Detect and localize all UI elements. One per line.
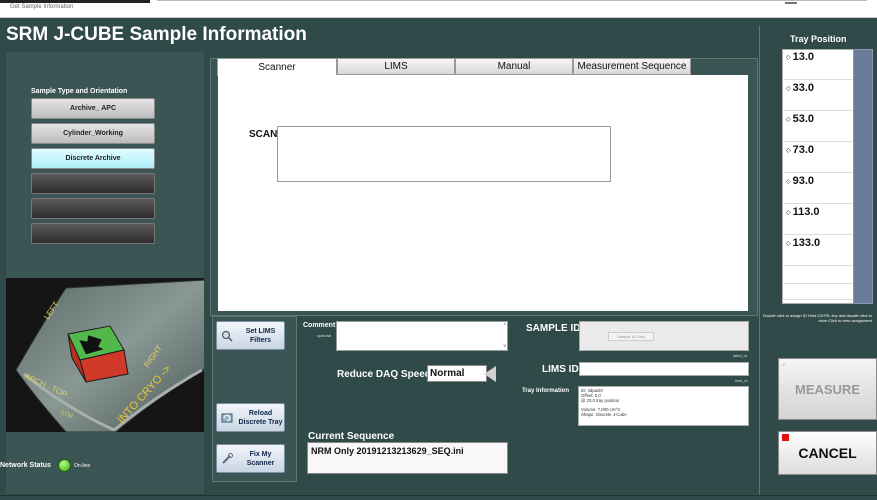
comment-optional-hint: optional: [317, 333, 332, 338]
cancel-button[interactable]: CANCEL: [778, 431, 877, 475]
daq-speed-arrow-icon[interactable]: [484, 366, 496, 382]
magnifier-icon: [221, 330, 233, 342]
comment-label: Comment: [303, 322, 336, 329]
tray-position-item[interactable]: ◇ 13.0: [782, 49, 854, 80]
tray-info-line: Shape: Discrete J-Cube: [581, 411, 627, 417]
lims-id-label: LIMS ID: [542, 364, 579, 375]
window-bottom-edge: [0, 495, 877, 496]
sample-type-button-cylinder-working[interactable]: Cylinder_Working: [31, 123, 155, 144]
daq-speed-select[interactable]: Normal: [427, 365, 487, 382]
sample-type-button-empty-2[interactable]: [31, 198, 155, 219]
reduce-daq-speed-label: Reduce DAQ Speed: [337, 369, 431, 380]
diamond-icon: ◇: [786, 178, 791, 185]
sample-type-button-empty-3[interactable]: [31, 223, 155, 244]
network-status-state: On-line: [74, 463, 91, 469]
diamond-icon: ◇: [786, 85, 791, 92]
scroll-down-icon[interactable]: v: [504, 343, 507, 349]
set-lims-filters-button[interactable]: Set LIMS Filters: [216, 321, 285, 350]
tray-position-item[interactable]: ◇ 33.0: [782, 80, 854, 111]
minimize-icon[interactable]: [785, 2, 797, 4]
scanner-tab-content: [218, 75, 748, 311]
network-status-label: Network Status: [0, 462, 51, 469]
tray-position-item[interactable]: ◇ 93.0: [782, 173, 854, 204]
tab-lims[interactable]: LIMS: [337, 58, 455, 75]
tray-information-box: ID: tidpanl0 Offset: 0.0 @ 33.0 tray pos…: [578, 386, 749, 426]
measure-button[interactable]: MEASURE: [778, 358, 877, 420]
tray-position-item[interactable]: ◇ 73.0: [782, 142, 854, 173]
scroll-up-icon[interactable]: ^: [504, 323, 506, 329]
titlebar-edge-right: [157, 0, 867, 1]
set-lims-filters-label: Set LIMS Filters: [245, 327, 276, 344]
sample-type-label: Sample Type and Orientation: [31, 88, 128, 95]
diamond-icon: ◇: [786, 209, 791, 216]
sample-type-button-empty-1[interactable]: [31, 173, 155, 194]
diamond-icon: ◇: [786, 54, 791, 61]
tray-position-scrollbar[interactable]: [853, 49, 873, 304]
cube-orientation-graphic: LEFT ARCH - TOP RIGHT INTO CRYO -> STM: [15, 279, 204, 432]
tray-position-item[interactable]: ◇ 113.0: [782, 204, 854, 235]
cube-orientation-image: LEFT ARCH - TOP RIGHT INTO CRYO -> STM: [6, 278, 204, 432]
sample-id-sublabel: label_id: [733, 353, 747, 358]
scan-input[interactable]: [277, 126, 611, 182]
tab-scanner[interactable]: Scanner: [217, 58, 337, 76]
tab-measurement-sequence[interactable]: Measurement Sequence: [573, 58, 691, 75]
diamond-icon: ◇: [786, 116, 791, 123]
tray-position-title: Tray Position: [790, 34, 847, 44]
titlebar-edge: [0, 0, 150, 3]
tray-position-instructions: Double click to assign ID Hold CNTRL key…: [762, 313, 872, 323]
vertical-divider: [759, 26, 760, 496]
current-sequence-value: NRM Only 20191213213629_SEQ.ini: [307, 442, 508, 474]
lims-id-sublabel: lims_id: [735, 378, 748, 383]
current-sequence-label: Current Sequence: [308, 431, 395, 442]
reload-discrete-tray-label: Reload Discrete Tray: [238, 409, 283, 426]
network-status-panel: [6, 455, 204, 487]
reload-icon: [221, 413, 233, 422]
network-status-led-icon: [58, 459, 71, 472]
lims-id-field[interactable]: [579, 362, 749, 376]
comment-input[interactable]: ^ v: [336, 321, 508, 351]
window-titlebar: Get Sample Information: [0, 0, 877, 18]
sample-id-label: SAMPLE ID: [526, 323, 581, 334]
wrench-icon: [222, 452, 233, 464]
sample-type-button-archive-apc[interactable]: Archive_ APC: [31, 98, 155, 119]
tray-information-label: Tray Information: [522, 388, 570, 394]
cancel-status-icon: [782, 434, 789, 441]
sample-id-placeholder: Sample ID Only: [608, 332, 655, 341]
fix-my-scanner-label: Fix My Scanner: [246, 450, 275, 467]
tray-position-item[interactable]: ◇ 133.0: [782, 235, 854, 266]
reload-discrete-tray-button[interactable]: Reload Discrete Tray: [216, 403, 285, 432]
sample-id-field[interactable]: Sample ID Only: [579, 321, 749, 351]
app-title: SRM J-CUBE Sample Information: [6, 24, 307, 45]
diamond-icon: ◇: [786, 147, 791, 154]
tab-manual[interactable]: Manual: [455, 58, 573, 75]
fix-my-scanner-button[interactable]: Fix My Scanner: [216, 444, 285, 473]
diamond-icon: ◇: [786, 240, 791, 247]
tray-position-item-empty[interactable]: [782, 284, 854, 300]
measure-status-icon: ✔: [782, 362, 787, 368]
scan-label: SCAN: [249, 129, 278, 140]
window-title: Get Sample Information: [10, 4, 74, 10]
tray-position-item[interactable]: ◇ 53.0: [782, 111, 854, 142]
tray-position-item-empty[interactable]: [782, 268, 854, 284]
sample-type-button-discrete-archive[interactable]: Discrete Archive: [31, 148, 155, 169]
